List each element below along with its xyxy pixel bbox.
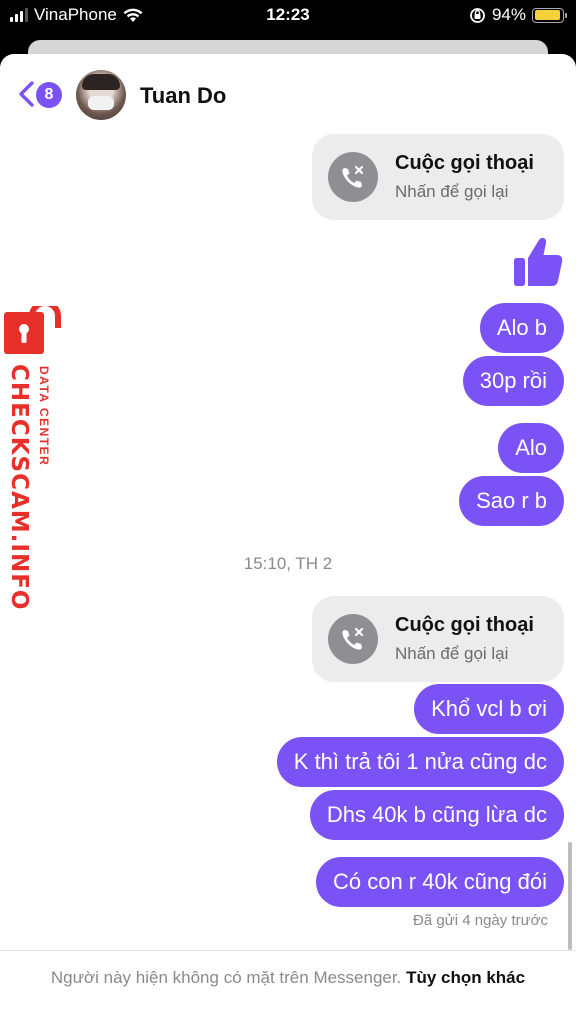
thumbs-up-icon	[514, 237, 563, 286]
unavailable-notice: Người này hiện không có mặt trên Messeng…	[50, 968, 402, 987]
battery-percent: 94%	[491, 5, 526, 24]
lock-icon	[4, 306, 61, 354]
scrollbar[interactable]	[568, 842, 572, 950]
orientation-lock-icon	[470, 7, 485, 23]
unread-badge[interactable]: 8	[36, 82, 62, 108]
outgoing-message[interactable]: K thì trả tôi 1 nửa cũng dc	[276, 737, 564, 787]
missed-call-icon	[328, 614, 378, 664]
message-timestamp: 15:10, TH 2	[243, 554, 333, 573]
status-bar: VinaPhone 12:23 94%	[0, 0, 576, 30]
back-chevron-icon[interactable]	[16, 80, 38, 108]
missed-call-card[interactable]: Cuộc gọi thoại Nhấn để gọi lại	[312, 134, 564, 220]
footer-divider	[0, 950, 576, 951]
battery-icon	[532, 7, 567, 23]
outgoing-message[interactable]: Alo b	[479, 303, 564, 353]
outgoing-message[interactable]: Sao r b	[459, 476, 564, 526]
outgoing-message[interactable]: 30p rồi	[462, 356, 564, 406]
missed-call-card[interactable]: Cuộc gọi thoại Nhấn để gọi lại	[312, 596, 564, 682]
call-subtitle: Nhấn để gọi lại	[395, 644, 509, 663]
watermark-subtext: DATA CENTER	[37, 366, 51, 467]
contact-name[interactable]: Tuan Do	[140, 83, 226, 109]
outgoing-message[interactable]: Dhs 40k b cũng lừa dc	[309, 790, 564, 840]
avatar[interactable]	[76, 70, 126, 120]
battery-group: 94%	[469, 5, 567, 25]
more-options-link[interactable]: Tùy chọn khác	[406, 968, 525, 987]
call-title: Cuộc gọi thoại	[395, 614, 534, 636]
watermark-text: CHECKSCAM.INFO	[6, 364, 32, 611]
call-title: Cuộc gọi thoại	[395, 152, 534, 174]
outgoing-message[interactable]: Alo	[498, 423, 564, 473]
delivery-status: Đã gửi 4 ngày trước	[413, 912, 548, 929]
outgoing-message[interactable]: Có con r 40k cũng đói	[315, 857, 564, 907]
missed-call-icon	[328, 152, 378, 202]
outgoing-message[interactable]: Khổ vcl b ơi	[414, 684, 564, 734]
footer-notice: Người này hiện không có mặt trên Messeng…	[40, 966, 536, 990]
call-subtitle: Nhấn để gọi lại	[395, 182, 509, 201]
conversation-sheet: 8 Tuan Do Cuộc gọi thoại Nhấn để gọi lại…	[0, 54, 576, 1024]
conversation-header: 8 Tuan Do	[0, 54, 576, 136]
